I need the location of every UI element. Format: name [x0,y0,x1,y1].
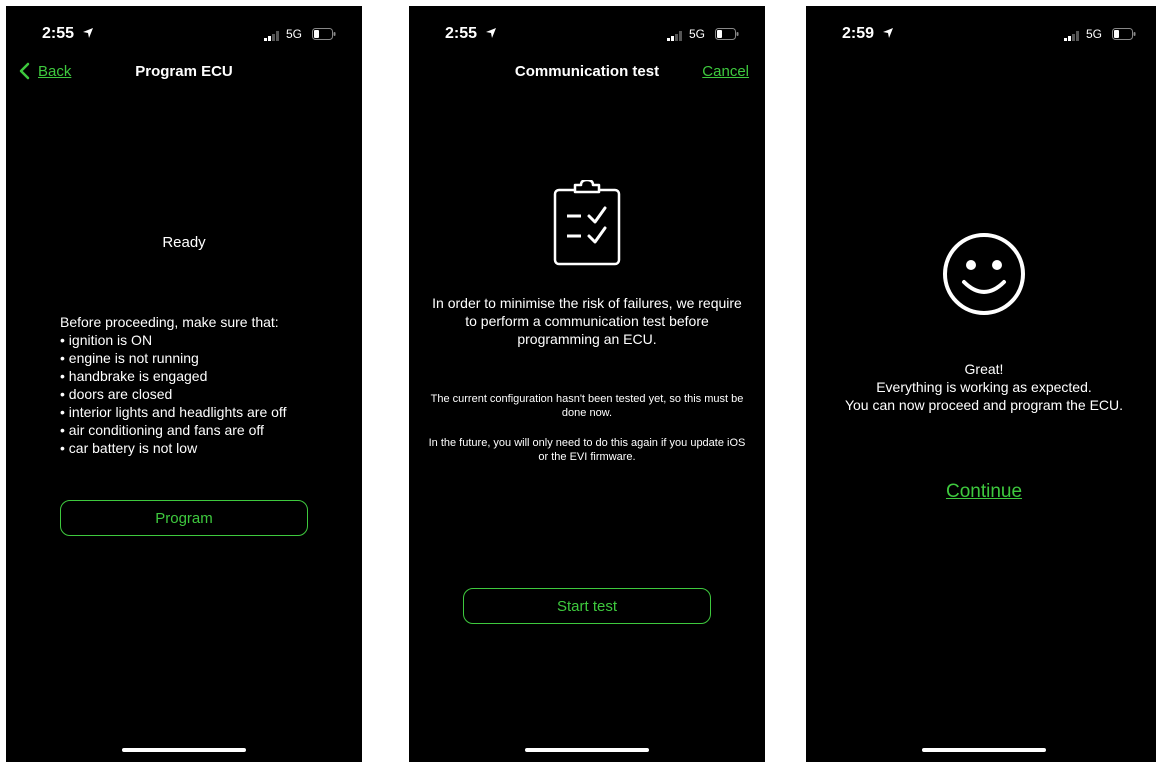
phone-screen-success: 2:59 5G Great! Everything is working as … [806,6,1156,762]
network-label: 5G [286,27,303,41]
checklist-item: engine is not running [60,349,286,367]
location-arrow-icon [883,28,893,38]
checklist-item: car battery is not low [60,439,286,457]
program-button[interactable]: Program [60,500,308,536]
cancel-button[interactable]: Cancel [702,63,749,80]
signal-bars-icon [264,31,279,41]
battery-icon [715,28,739,40]
success-line: You can now proceed and program the ECU. [844,397,1124,413]
smiley-face-icon [943,233,1025,315]
location-arrow-icon [486,28,496,38]
checklist: Before proceeding, make sure that: ignit… [60,313,286,457]
home-indicator [122,748,246,752]
status-text: Ready [162,234,206,251]
location-arrow-icon [83,28,93,38]
signal-bars-icon [667,31,682,41]
success-title: Great! [964,361,1004,377]
page-title: Program ECU [135,63,233,80]
status-time: 2:59 [842,25,875,42]
status-bar: 2:59 5G [806,6,1156,56]
network-label: 5G [1086,27,1103,41]
start-test-button[interactable]: Start test [463,588,711,624]
checklist-item: doors are closed [60,385,286,403]
future-note: In the future, you will only need to do … [428,437,746,463]
home-indicator [525,748,649,752]
success-message: Great! Everything is working as expected… [816,360,1152,414]
checklist-item: handbrake is engaged [60,367,286,385]
status-time: 2:55 [445,25,478,42]
signal-bars-icon [1064,31,1079,41]
checklist-heading: Before proceeding, make sure that: [60,314,279,330]
battery-icon [1112,28,1136,40]
clipboard-check-icon [553,180,621,266]
phone-screen-program-ecu: 2:55 5G Back Program ECU Ready Before pr… [6,6,362,762]
checklist-item: interior lights and headlights are off [60,403,287,421]
home-indicator [922,748,1046,752]
intro-text: In order to minimise the risk of failure… [432,295,742,347]
checklist-item: ignition is ON [60,331,286,349]
status-bar: 2:55 5G [6,6,362,56]
status-bar: 2:55 5G [409,6,765,56]
checklist-item: air conditioning and fans are off [60,421,286,439]
phone-screen-communication-test: 2:55 5G Communication test Cancel In ord… [409,6,765,762]
status-time: 2:55 [42,25,75,42]
continue-link[interactable]: Continue [806,481,1156,503]
network-label: 5G [689,27,706,41]
config-note: The current configuration hasn't been te… [430,393,744,419]
success-line: Everything is working as expected. [876,379,1092,395]
battery-icon [312,28,336,40]
